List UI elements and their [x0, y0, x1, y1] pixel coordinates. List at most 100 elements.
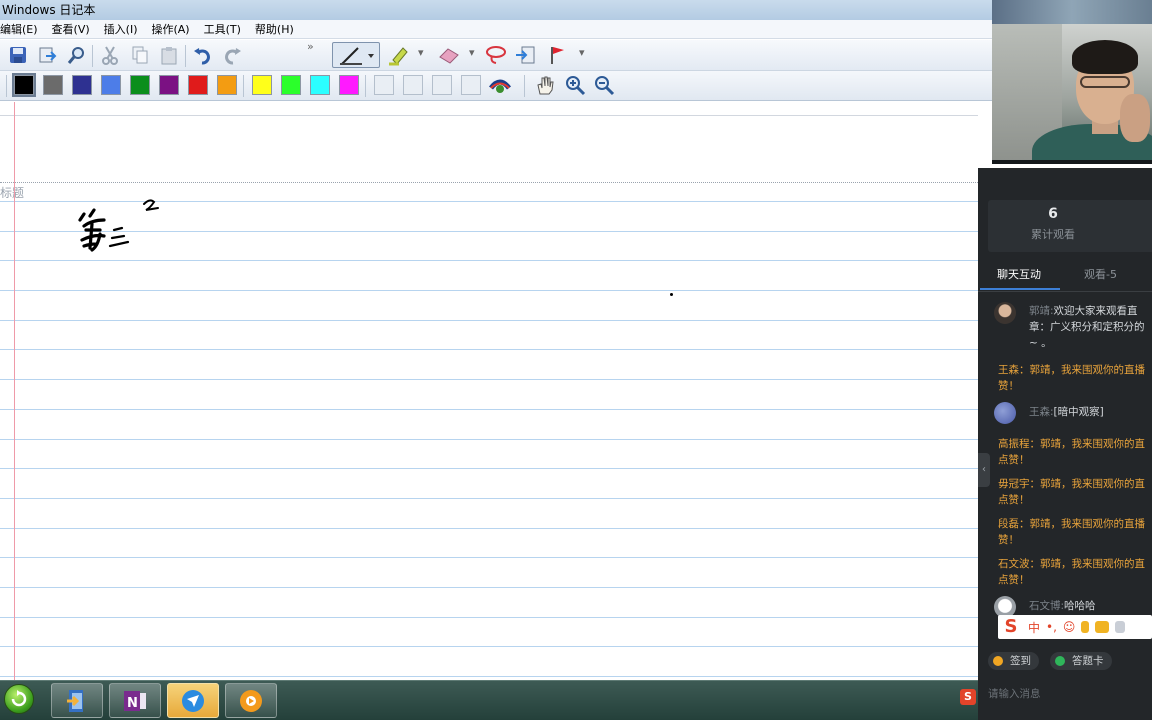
color-swatch-green[interactable] — [130, 75, 150, 95]
color-swatch-black[interactable] — [12, 73, 36, 97]
note-page[interactable]: 标题 — [0, 102, 978, 680]
paste-icon[interactable] — [157, 43, 181, 67]
zoom-out-icon[interactable] — [592, 73, 616, 97]
ime-emoji-icon[interactable]: ☺ — [1063, 620, 1076, 634]
page-title-placeholder: 标题 — [0, 186, 25, 200]
system-message: 毋冠宇：郭靖，我来围观你的直 — [998, 478, 1145, 490]
active-tab-indicator — [980, 288, 1060, 290]
avatar — [994, 402, 1016, 424]
pen-preset-slot[interactable] — [461, 75, 481, 95]
color-swatch-purple[interactable] — [159, 75, 179, 95]
color-swatch-cyan[interactable] — [310, 75, 330, 95]
ime-user-icon[interactable] — [1115, 621, 1126, 633]
pen-preset-slot[interactable] — [403, 75, 423, 95]
eraser-dropdown-icon[interactable]: ▾ — [469, 46, 475, 59]
insert-space-icon[interactable] — [513, 43, 537, 67]
redo-icon[interactable] — [220, 43, 244, 67]
feiyu-app-icon[interactable] — [167, 683, 219, 718]
ime-punctuation-icon[interactable]: •, — [1046, 620, 1057, 634]
color-swatch-gray[interactable] — [43, 75, 63, 95]
tab-viewers[interactable]: 观看-5 — [1084, 266, 1117, 282]
file-explorer-icon[interactable] — [51, 683, 103, 718]
undo-icon[interactable] — [191, 43, 215, 67]
live-chat-panel: ‹ 6 累计观看 点 聊天互动 观看-5 郭靖:欢迎大家来观看直 章：广义积分和… — [978, 168, 1152, 720]
checkin-icon — [993, 656, 1003, 666]
color-swatch-orange[interactable] — [217, 75, 237, 95]
chat-message-cont: ~ 。 — [1029, 335, 1052, 351]
menu-bar: 编辑(E) 查看(V) 插入(I) 操作(A) 工具(T) 帮助(H) — [0, 20, 992, 39]
cut-icon[interactable] — [98, 43, 122, 67]
collapse-panel-icon[interactable]: ‹ — [978, 453, 990, 487]
chat-input[interactable]: 请输入消息 — [988, 686, 1041, 701]
margin-line — [14, 102, 15, 680]
eraser-icon[interactable] — [436, 43, 460, 67]
zoom-in-icon[interactable] — [563, 73, 587, 97]
onenote-icon[interactable]: N — [109, 683, 161, 718]
color-swatch-blue[interactable] — [101, 75, 121, 95]
toolbar-overflow-icon[interactable]: » — [307, 40, 314, 53]
color-swatch-lime[interactable] — [281, 75, 301, 95]
color-swatch-yellow[interactable] — [252, 75, 272, 95]
media-player-icon[interactable] — [225, 683, 277, 718]
copy-icon[interactable] — [128, 43, 152, 67]
color-swatch-navy[interactable] — [72, 75, 92, 95]
ruled-line — [0, 439, 978, 440]
ruled-line — [0, 557, 978, 558]
stat-label: 点 — [1128, 210, 1152, 226]
sogou-tray-icon[interactable]: S — [960, 689, 976, 705]
stat-label: 累计观看 — [1031, 228, 1075, 241]
menu-actions[interactable]: 操作(A) — [144, 20, 196, 38]
toolbar-separator — [524, 75, 525, 97]
menu-edit[interactable]: 编辑(E) — [0, 20, 45, 38]
message-text: ~ 。 — [1029, 337, 1052, 349]
color-swatch-red[interactable] — [188, 75, 208, 95]
tab-chat[interactable]: 聊天互动 — [997, 266, 1041, 282]
ink-dot — [670, 293, 673, 296]
stat-value: 6 — [1048, 206, 1058, 222]
start-button[interactable] — [4, 684, 34, 714]
pen-icon[interactable] — [332, 42, 380, 68]
system-message-cont: 点赞！ — [998, 494, 1030, 506]
flag-icon[interactable] — [545, 43, 569, 67]
menu-insert[interactable]: 插入(I) — [97, 20, 145, 38]
ruled-line — [0, 290, 978, 291]
ime-voice-icon[interactable] — [1081, 621, 1090, 633]
save-icon[interactable] — [6, 43, 30, 67]
menu-view[interactable]: 查看(V) — [45, 20, 97, 38]
menu-tools[interactable]: 工具(T) — [197, 20, 248, 38]
highlighter-dropdown-icon[interactable]: ▾ — [418, 46, 424, 59]
flag-dropdown-icon[interactable]: ▾ — [579, 46, 585, 59]
message-text: 欢迎大家来观看直 — [1053, 305, 1138, 317]
answer-card-button[interactable]: 答题卡 — [1050, 652, 1112, 670]
pen-color-icon[interactable] — [488, 73, 512, 97]
ruled-line — [0, 498, 978, 499]
pan-hand-icon[interactable] — [533, 73, 557, 97]
color-swatch-magenta[interactable] — [339, 75, 359, 95]
ruled-line — [0, 260, 978, 261]
handwriting-ink — [78, 199, 159, 252]
system-message-cont: 点赞！ — [998, 454, 1030, 466]
menu-help[interactable]: 帮助(H) — [248, 20, 301, 38]
ime-language[interactable]: 中 — [1028, 619, 1040, 636]
pen-preset-slot[interactable] — [432, 75, 452, 95]
sogou-ime-icon[interactable]: S — [1000, 617, 1022, 637]
pen-preset-slot[interactable] — [374, 75, 394, 95]
ruled-line — [0, 379, 978, 380]
export-icon[interactable] — [35, 43, 59, 67]
checkin-button[interactable]: 签到 — [988, 652, 1039, 670]
window-title-bar: Windows 日记本 — [0, 0, 992, 20]
stat-total-views: 6 累计观看 — [1008, 206, 1098, 242]
checkin-label: 签到 — [1010, 655, 1031, 667]
chat-message: 王森:[暗中观察] — [1029, 404, 1104, 420]
answer-card-icon — [1055, 656, 1065, 666]
ruled-line — [0, 468, 978, 469]
lasso-icon[interactable] — [484, 43, 508, 67]
ime-keyboard-icon[interactable] — [1095, 621, 1110, 633]
system-message: 王森：郭靖，我来围观你的直播 — [998, 364, 1145, 376]
toolbar-separator — [365, 75, 366, 97]
desktop-background — [992, 0, 1152, 24]
find-icon[interactable] — [64, 43, 88, 67]
toolbar-separator — [92, 45, 93, 67]
message-text: [暗中观察] — [1053, 406, 1104, 418]
highlighter-icon[interactable] — [386, 43, 410, 67]
